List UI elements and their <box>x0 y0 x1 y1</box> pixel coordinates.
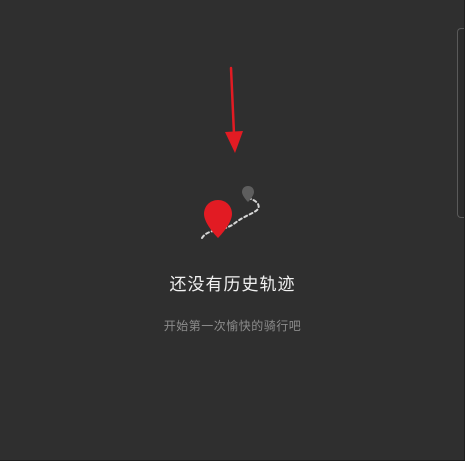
empty-state-title: 还没有历史轨迹 <box>169 275 296 295</box>
empty-state-subtitle: 开始第一次愉快的骑行吧 <box>163 319 302 333</box>
history-screen: 还没有历史轨迹 开始第一次愉快的骑行吧 <box>0 0 465 461</box>
route-map-pin-icon <box>201 186 260 239</box>
side-scroll-handle[interactable] <box>457 28 464 218</box>
